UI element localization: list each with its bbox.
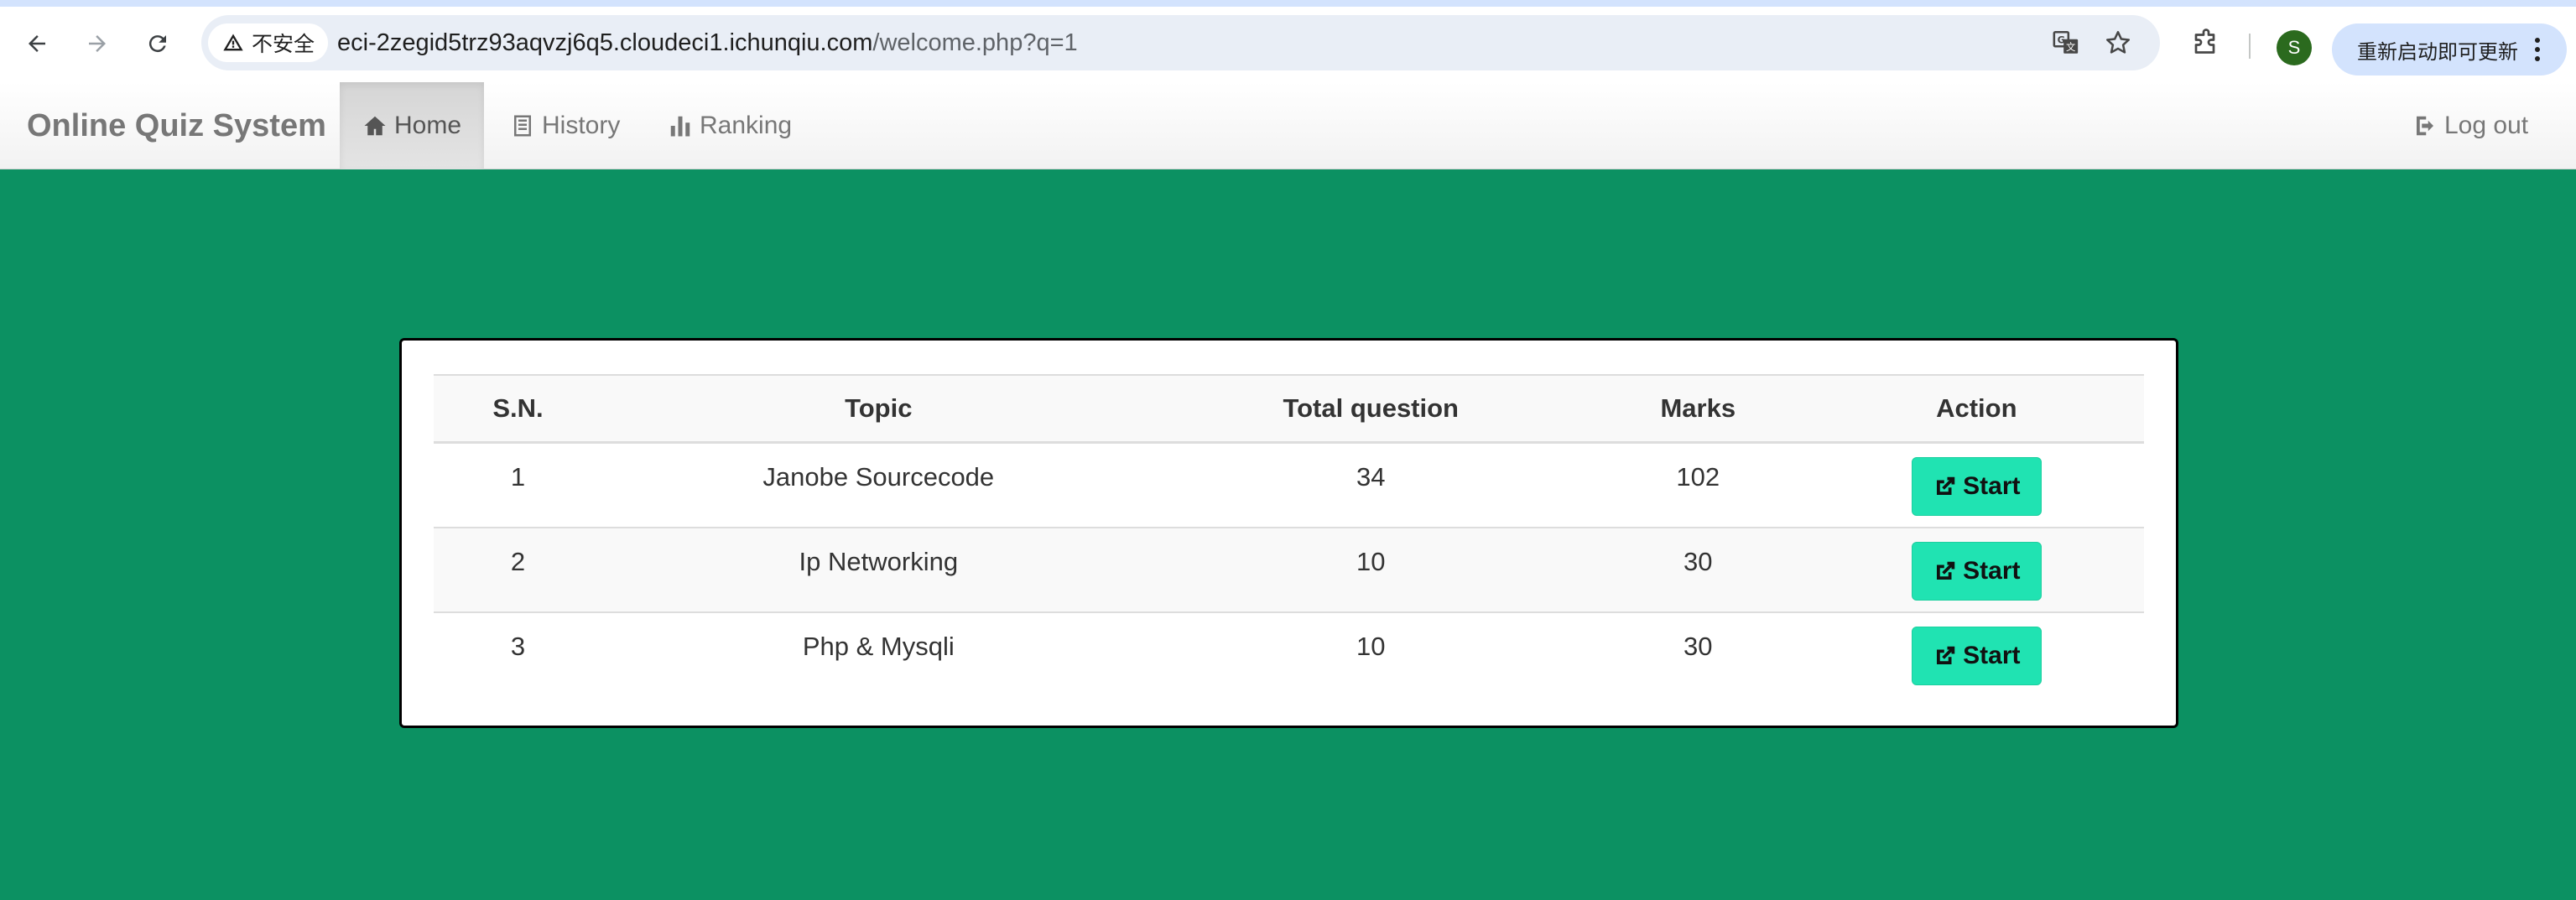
- cell-total-question: 10: [1154, 611, 1587, 697]
- start-quiz-button[interactable]: Start: [1912, 541, 2042, 601]
- table-header-row: S.N. Topic Total question Marks Action: [434, 374, 2144, 444]
- url-text[interactable]: eci-2zegid5trz93aqvzj6q5.cloudeci1.ichun…: [337, 15, 1078, 70]
- ranking-icon: [670, 116, 690, 137]
- cell-sn: 3: [434, 611, 603, 697]
- back-icon: [29, 35, 45, 52]
- security-indicator[interactable]: 不安全: [208, 23, 329, 62]
- quiz-table: S.N. Topic Total question Marks Action 1…: [434, 374, 2144, 697]
- column-header-topic: Topic: [602, 374, 1155, 444]
- security-label: 不安全: [252, 33, 315, 56]
- cell-sn: 1: [434, 441, 603, 528]
- nav-item-label: Ranking: [700, 112, 793, 139]
- brand-title[interactable]: Online Quiz System: [27, 82, 326, 169]
- cell-marks: 30: [1586, 611, 1809, 697]
- cell-total-question: 10: [1154, 526, 1587, 612]
- table-row: 2 Ip Networking 10 30 Start: [434, 526, 2144, 612]
- logout-icon: [2417, 116, 2433, 136]
- cell-action: Start: [1808, 611, 2144, 697]
- external-link-icon: [1937, 476, 1955, 495]
- table-row: 3 Php & Mysqli 10 30 Start: [434, 611, 2144, 697]
- nav-item-label: Home: [393, 112, 462, 139]
- kebab-menu-icon: [2535, 38, 2540, 61]
- profile-avatar[interactable]: S: [2277, 30, 2312, 65]
- forward-icon: [89, 35, 106, 52]
- column-header-marks: Marks: [1586, 374, 1809, 444]
- column-header-total-question: Total question: [1154, 374, 1587, 444]
- logout-link[interactable]: Log out: [2412, 82, 2528, 169]
- nav-item-history[interactable]: History: [510, 82, 620, 169]
- cell-action: Start: [1808, 526, 2144, 612]
- start-quiz-button[interactable]: Start: [1912, 457, 2042, 516]
- logout-label: Log out: [2444, 112, 2529, 139]
- start-button-label: Start: [1963, 641, 2021, 669]
- extensions-icon[interactable]: [2191, 29, 2221, 59]
- external-link-icon: [1937, 561, 1955, 580]
- star-icon[interactable]: [2104, 29, 2132, 57]
- start-button-label: Start: [1963, 556, 2021, 585]
- cell-marks: 30: [1586, 526, 1809, 612]
- start-quiz-button[interactable]: Start: [1912, 626, 2042, 685]
- start-button-label: Start: [1963, 472, 2021, 500]
- cell-action: Start: [1808, 441, 2144, 528]
- svg-text:文: 文: [2066, 41, 2075, 53]
- translate-icon[interactable]: G 文: [2052, 29, 2080, 57]
- back-button[interactable]: [18, 25, 55, 62]
- external-link-icon: [1937, 646, 1955, 664]
- nav-item-home[interactable]: Home: [340, 82, 484, 169]
- forward-button[interactable]: [79, 25, 116, 62]
- cell-total-question: 34: [1154, 441, 1587, 528]
- home-icon: [364, 116, 386, 136]
- column-header-sn: S.N.: [434, 374, 603, 444]
- column-header-action: Action: [1808, 374, 2144, 444]
- update-label: 重新启动即可更新: [2357, 40, 2518, 64]
- table-row: 1 Janobe Sourcecode 34 102 Start: [434, 441, 2144, 528]
- nav-item-label: History: [542, 112, 621, 139]
- reload-icon: [148, 35, 166, 53]
- nav-item-ranking[interactable]: Ranking: [668, 82, 792, 169]
- cell-topic: Janobe Sourcecode: [602, 441, 1155, 528]
- cell-topic: Ip Networking: [602, 526, 1155, 612]
- cell-topic: Php & Mysqli: [602, 611, 1155, 697]
- url-host: eci-2zegid5trz93aqvzj6q5.cloudeci1.ichun…: [337, 29, 873, 56]
- address-bar[interactable]: 不安全 eci-2zegid5trz93aqvzj6q5.cloudeci1.i…: [201, 15, 2160, 70]
- quiz-panel: S.N. Topic Total question Marks Action 1…: [399, 338, 2178, 728]
- reload-button[interactable]: [139, 25, 176, 62]
- toolbar-divider: [2249, 34, 2251, 59]
- browser-toolbar: 不安全 eci-2zegid5trz93aqvzj6q5.cloudeci1.i…: [0, 0, 2576, 82]
- warning-icon: [223, 34, 243, 51]
- history-icon: [514, 115, 531, 137]
- cell-sn: 2: [434, 526, 603, 612]
- url-path: /welcome.php?q=1: [872, 29, 1078, 56]
- update-button[interactable]: 重新启动即可更新: [2332, 23, 2567, 75]
- site-navbar: Online Quiz System Home History Ranking …: [0, 82, 2576, 169]
- cell-marks: 102: [1586, 441, 1809, 528]
